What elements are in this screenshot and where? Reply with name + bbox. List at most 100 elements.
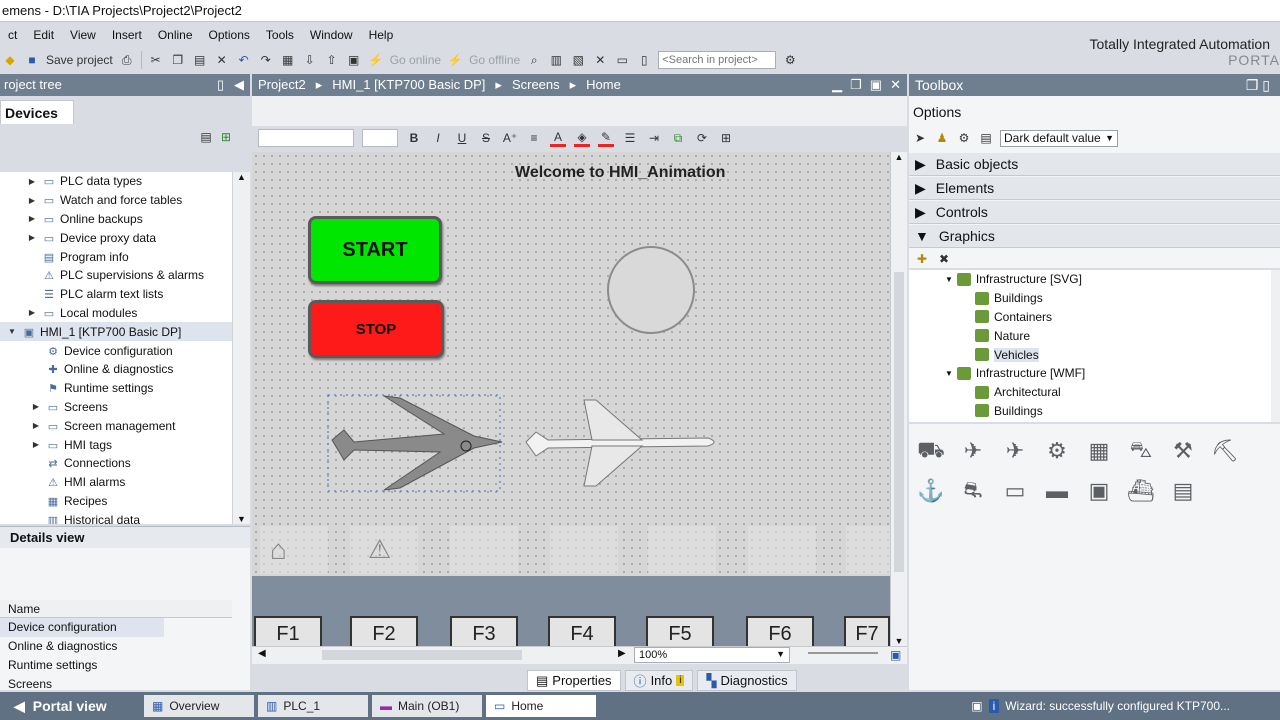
font-size-up-icon[interactable]: A⁺	[502, 129, 518, 147]
font-family-field[interactable]	[258, 129, 354, 147]
pointer-icon[interactable]: ➤	[912, 129, 928, 147]
zoom-fit-icon[interactable]: ▣	[890, 648, 901, 662]
chevron-right-icon[interactable]: ▶	[26, 196, 38, 205]
chevron-down-icon[interactable]: ▼	[945, 369, 953, 378]
graphics-tree-item[interactable]: Vehicles	[909, 345, 1271, 364]
go-offline-button[interactable]: Go offline	[469, 51, 520, 69]
menu-edit[interactable]: Edit	[25, 26, 62, 46]
bulldozer-icon[interactable]: ▣	[1083, 476, 1115, 506]
tree-item[interactable]: ▶ ▭ Watch and force tables	[0, 191, 232, 210]
tanker-icon[interactable]: ▬	[1041, 476, 1073, 506]
list-view-icon[interactable]: ▤	[978, 129, 994, 147]
fkey-f1[interactable]: F1	[254, 616, 322, 646]
circle-indicator[interactable]	[607, 246, 695, 334]
style-select[interactable]: Dark default value ▼	[1000, 129, 1118, 147]
redo-icon[interactable]: ↷	[258, 51, 274, 69]
menu-insert[interactable]: Insert	[104, 26, 150, 46]
welcome-text[interactable]: Welcome to HMI_Animation	[515, 164, 725, 182]
strikethrough-icon[interactable]: S	[478, 129, 494, 147]
graphics-tree-item[interactable]: ▼ Infrastructure [WMF]	[909, 364, 1271, 383]
copy-icon[interactable]: ❐	[170, 51, 186, 69]
editor-horizontal-scrollbar[interactable]: ◀ ▶	[252, 646, 907, 664]
breadcrumb-home[interactable]: Home	[586, 74, 621, 96]
go-offline-icon[interactable]: ⚡	[447, 51, 463, 69]
font-size-field[interactable]	[362, 129, 398, 147]
project-tree-scrollbar[interactable]: ▲ ▼	[232, 172, 250, 524]
fkey-f4[interactable]: F4	[548, 616, 616, 646]
plane-icon[interactable]: ✈	[957, 436, 989, 466]
tree-item[interactable]: ▤ Program info	[0, 247, 232, 266]
tractor-icon[interactable]: ⚙	[1041, 436, 1073, 466]
tab-diagnostics[interactable]: ▚ Diagnostics	[697, 670, 797, 691]
stop-button[interactable]: STOP	[308, 300, 444, 358]
graphics-tree-item[interactable]: Buildings	[909, 289, 1271, 308]
tree-item[interactable]: ⚠ HMI alarms	[0, 473, 232, 492]
zoom-select[interactable]: 100% ▼	[634, 647, 790, 663]
toolbox-pin-icon[interactable]: ❐ ▯	[1246, 74, 1270, 96]
bold-icon[interactable]: B	[406, 129, 422, 147]
breadcrumb-device[interactable]: HMI_1 [KTP700 Basic DP]	[332, 74, 485, 96]
nav-tile[interactable]	[648, 526, 716, 574]
minimize-icon[interactable]: ▁	[832, 74, 842, 96]
chevron-right-icon[interactable]: ▶	[26, 214, 38, 223]
tree-item[interactable]: ▼ ▣ HMI_1 [KTP700 Basic DP]	[0, 322, 232, 342]
add-folder-icon[interactable]: ✚	[914, 250, 930, 268]
status-window-icon[interactable]: ▣	[971, 699, 982, 713]
tree-item[interactable]: ⇄ Connections	[0, 454, 232, 473]
remove-folder-icon[interactable]: ✖	[936, 250, 952, 268]
chevron-right-icon[interactable]: ▶	[26, 308, 38, 317]
nav-tile[interactable]	[550, 526, 618, 574]
menu-options[interactable]: Options	[201, 26, 258, 46]
tab-devices[interactable]: Devices	[0, 100, 74, 124]
tree-item[interactable]: ⚠ PLC supervisions & alarms	[0, 266, 232, 285]
chevron-right-icon[interactable]: ▶	[26, 233, 38, 242]
category-graphics[interactable]: ▼ Graphics	[909, 225, 1280, 248]
list-item[interactable]: Runtime settings	[0, 656, 232, 675]
align-icon[interactable]: ≡	[526, 129, 542, 147]
tree-item[interactable]: ▶ ▭ Screen management	[0, 416, 232, 435]
tree-item[interactable]: ▶ ▭ Screens	[0, 398, 232, 417]
line-color-icon[interactable]: ✎	[598, 129, 614, 147]
menu-help[interactable]: Help	[361, 26, 402, 46]
breadcrumb-project[interactable]: Project2	[258, 74, 306, 96]
save-project-button[interactable]: Save project	[46, 51, 113, 69]
tree-item[interactable]: ✚ Online & diagnostics	[0, 360, 232, 379]
graphics-tree-item[interactable]: Buildings	[909, 402, 1271, 421]
accessible-devices-icon[interactable]: ⌕	[526, 51, 542, 69]
menu-online[interactable]: Online	[150, 26, 201, 46]
download-icon[interactable]: ⇩	[302, 51, 318, 69]
category-controls[interactable]: ▶ Controls	[909, 201, 1280, 224]
crane-icon[interactable]: ⚓	[915, 476, 947, 506]
italic-icon[interactable]: I	[430, 129, 446, 147]
chevron-right-icon[interactable]: ▶	[30, 440, 42, 449]
chevron-right-icon[interactable]: ▶	[30, 402, 42, 411]
tree-item[interactable]: ⚑ Runtime settings	[0, 379, 232, 398]
close-icon[interactable]: ✕	[592, 51, 608, 69]
overview-icon[interactable]: ▤	[198, 128, 214, 146]
group-icon[interactable]: ⊞	[718, 129, 734, 147]
start-cpu-icon[interactable]: ▥	[548, 51, 564, 69]
tree-item[interactable]: ▶ ▭ Local modules	[0, 304, 232, 323]
tree-item[interactable]: ⚙ Device configuration	[0, 341, 232, 360]
forklift-icon[interactable]: ⚒	[1167, 436, 1199, 466]
portal-view-button[interactable]: ◀ Portal view	[0, 692, 140, 720]
print-icon[interactable]: ⎙	[119, 51, 135, 69]
menu-project[interactable]: ct	[0, 26, 25, 46]
menu-view[interactable]: View	[62, 26, 104, 46]
pin-icon[interactable]: ▯	[217, 74, 224, 96]
graphics-tree-item[interactable]: Containers	[909, 308, 1271, 327]
stop-cpu-icon[interactable]: ▧	[570, 51, 586, 69]
float-icon[interactable]: ❐	[850, 74, 862, 96]
trailer-icon[interactable]: ▭	[999, 476, 1031, 506]
category-elements[interactable]: ▶ Elements	[909, 177, 1280, 200]
new-project-icon[interactable]: ◆	[2, 51, 18, 69]
airliner-icon[interactable]	[522, 396, 722, 490]
car-icon[interactable]: ⛍	[1125, 436, 1157, 466]
graphics-tree-item[interactable]: Architectural	[909, 383, 1271, 402]
graphics-tree-item[interactable]: ▼ Infrastructure [SVG]	[909, 270, 1271, 289]
line-style-icon[interactable]: ☰	[622, 129, 638, 147]
truck-icon[interactable]: ⛟	[915, 436, 947, 466]
tree-item[interactable]: ▶ ▭ PLC data types	[0, 172, 232, 191]
breadcrumb-screens[interactable]: Screens	[512, 74, 560, 96]
chevron-right-icon[interactable]: ▶	[26, 177, 38, 186]
